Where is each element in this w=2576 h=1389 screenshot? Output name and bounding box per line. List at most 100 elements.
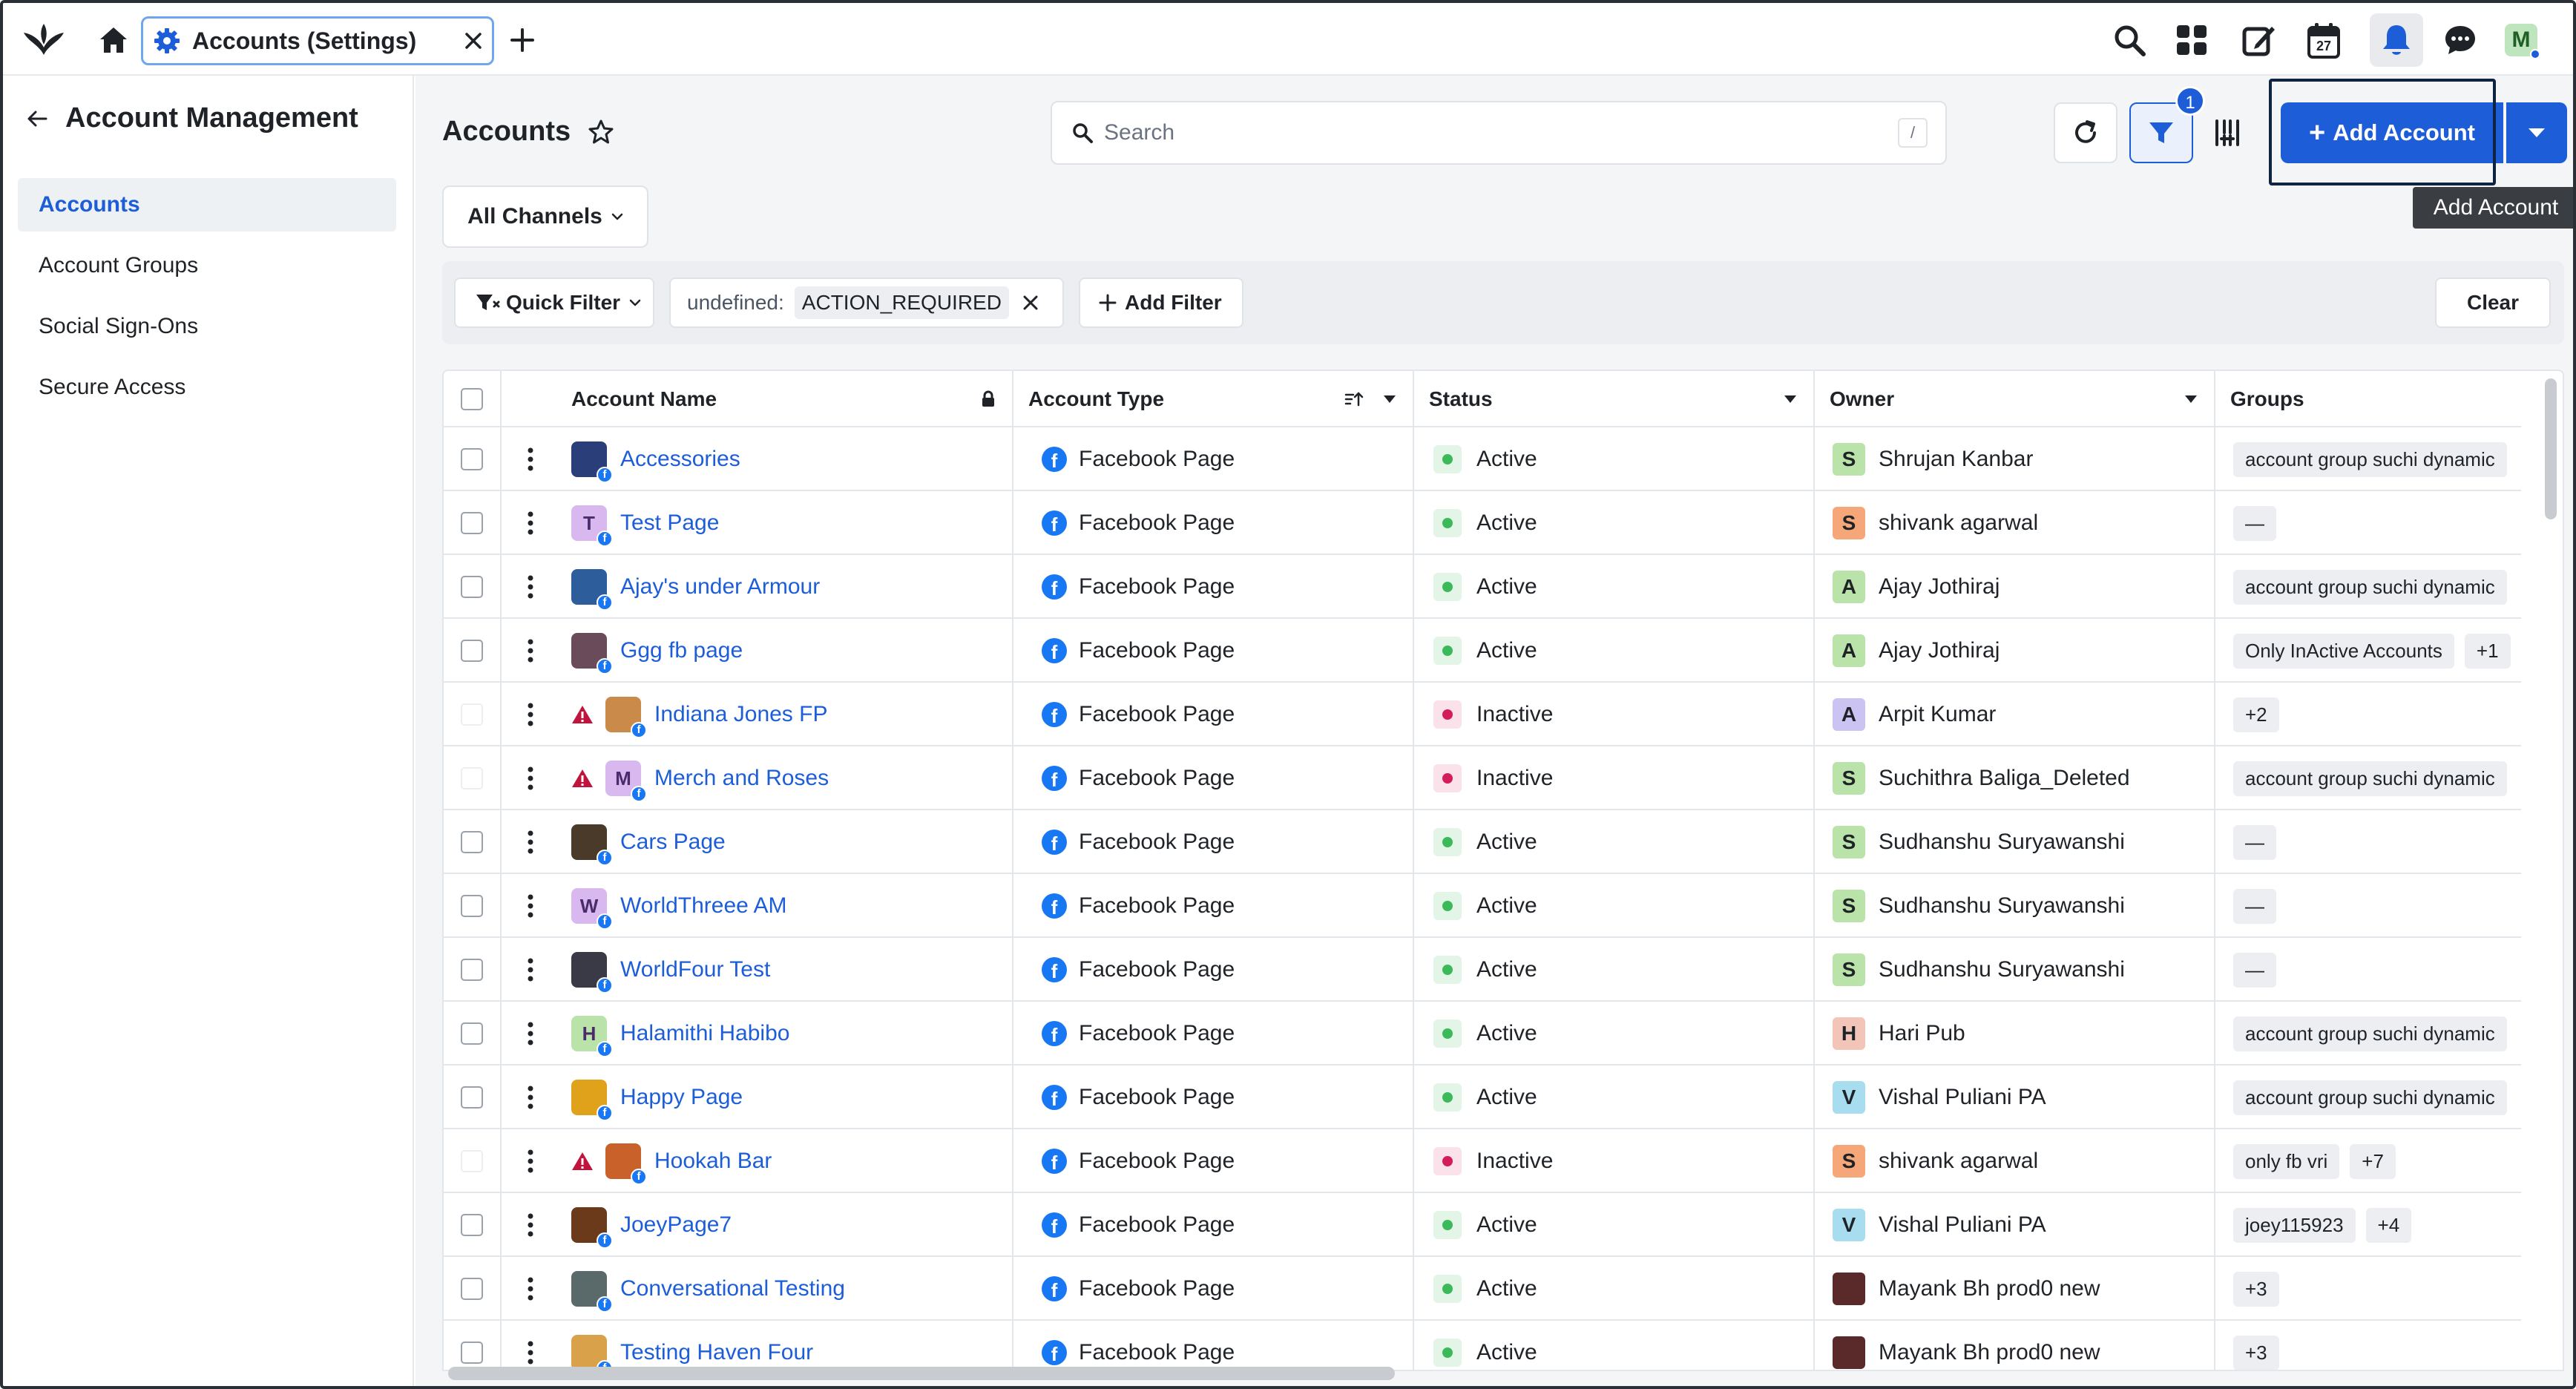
kebab-menu-icon[interactable] (527, 830, 534, 855)
kebab-menu-icon[interactable] (527, 1149, 534, 1174)
row-checkbox[interactable] (461, 448, 483, 470)
home-icon[interactable] (98, 25, 129, 55)
account-name-link[interactable]: Conversational Testing (620, 1276, 845, 1301)
table-row[interactable]: Hf Halamithi Habibo f Facebook Page Active H H… (444, 1002, 2521, 1065)
kebab-menu-icon[interactable] (527, 1021, 534, 1046)
account-name-link[interactable]: Ggg fb page (620, 638, 743, 663)
group-chip[interactable]: only fb vri (2233, 1143, 2340, 1179)
column-account-type[interactable]: Account Type (1013, 371, 1414, 427)
kebab-menu-icon[interactable] (527, 1276, 534, 1301)
row-checkbox[interactable] (461, 1086, 483, 1109)
row-checkbox[interactable] (461, 512, 483, 534)
horizontal-scrollbar[interactable] (448, 1367, 1395, 1380)
group-chip[interactable]: — (2233, 952, 2276, 988)
select-all-checkbox[interactable] (461, 388, 483, 410)
account-name-link[interactable]: Ajay's under Armour (620, 574, 820, 600)
kebab-menu-icon[interactable] (527, 574, 534, 600)
group-chip[interactable]: Only InActive Accounts (2233, 633, 2454, 669)
table-row[interactable]: f Happy Page f Facebook Page Active V Vishal P… (444, 1065, 2521, 1129)
star-icon[interactable] (588, 119, 614, 145)
apps-grid-icon[interactable] (2174, 22, 2209, 58)
row-checkbox[interactable] (461, 1214, 483, 1236)
account-name-link[interactable]: Indiana Jones FP (654, 702, 827, 727)
group-chip[interactable]: account group suchi dynamic (2233, 1016, 2507, 1051)
kebab-menu-icon[interactable] (527, 957, 534, 982)
group-chip[interactable]: +3 (2233, 1335, 2279, 1370)
kebab-menu-icon[interactable] (527, 510, 534, 536)
column-status[interactable]: Status (1414, 371, 1815, 427)
compose-icon[interactable] (2241, 22, 2276, 58)
account-name-link[interactable]: Cars Page (620, 830, 726, 855)
plus-icon[interactable] (509, 27, 536, 53)
notifications-button[interactable] (2370, 13, 2423, 67)
group-chip[interactable]: — (2233, 824, 2276, 860)
back-arrow-icon[interactable] (25, 107, 49, 131)
account-name-link[interactable]: WorldFour Test (620, 957, 770, 982)
group-chip[interactable]: account group suchi dynamic (2233, 761, 2507, 796)
caret-down-icon[interactable] (1383, 395, 1396, 404)
account-name-link[interactable]: Hookah Bar (654, 1149, 772, 1174)
close-icon[interactable] (464, 31, 483, 50)
row-checkbox[interactable] (461, 1342, 483, 1364)
clear-filters-button[interactable]: Clear (2435, 278, 2551, 328)
sidebar-item-accounts[interactable]: Accounts (18, 178, 396, 232)
quick-filter-dropdown[interactable]: Quick Filter (454, 278, 654, 328)
row-checkbox[interactable] (461, 831, 483, 853)
remove-filter-icon[interactable] (1022, 295, 1039, 311)
group-chip[interactable]: +4 (2365, 1207, 2412, 1243)
sidebar-item-account-groups[interactable]: Account Groups (18, 239, 396, 292)
account-name-link[interactable]: WorldThreee AM (620, 893, 787, 919)
search-input[interactable] (1104, 120, 1846, 145)
table-row[interactable]: Tf Test Page f Facebook Page Active Sshivank … (444, 491, 2521, 555)
sort-icon[interactable] (1344, 391, 1364, 407)
row-checkbox[interactable] (461, 767, 483, 789)
table-row[interactable]: f Conversational Testing f Facebook Page Act… (444, 1257, 2521, 1321)
row-checkbox[interactable] (461, 640, 483, 662)
group-chip[interactable]: — (2233, 888, 2276, 924)
vertical-scrollbar[interactable] (2545, 378, 2557, 519)
account-name-link[interactable]: Testing Haven Four (620, 1340, 813, 1365)
column-owner[interactable]: Owner (1815, 371, 2215, 427)
group-chip[interactable]: +2 (2233, 697, 2279, 732)
table-row[interactable]: f JoeyPage7 f Facebook Page Active V Vishal Pu… (444, 1193, 2521, 1257)
table-row[interactable]: f Ggg fb page f Facebook Page Active A Ajay Jo… (444, 619, 2521, 683)
table-row[interactable]: f Testing Haven Four f Facebook Page Active M… (444, 1321, 2521, 1370)
kebab-menu-icon[interactable] (527, 702, 534, 727)
table-row[interactable]: f Accessories f Facebook Page Active S Shrujan… (444, 427, 2521, 491)
kebab-menu-icon[interactable] (527, 638, 534, 663)
account-name-link[interactable]: Test Page (620, 510, 719, 536)
row-checkbox[interactable] (461, 959, 483, 981)
refresh-button[interactable] (2054, 102, 2117, 163)
row-checkbox[interactable] (461, 1022, 483, 1045)
kebab-menu-icon[interactable] (527, 766, 534, 791)
kebab-menu-icon[interactable] (527, 893, 534, 919)
row-checkbox[interactable] (461, 576, 483, 598)
channels-dropdown[interactable]: All Channels (442, 185, 648, 248)
table-row[interactable]: f Indiana Jones FP f Facebook Page Inactive A… (444, 683, 2521, 746)
group-chip[interactable]: account group suchi dynamic (2233, 569, 2507, 605)
kebab-menu-icon[interactable] (527, 447, 534, 472)
caret-down-icon[interactable] (1784, 395, 1797, 404)
kebab-menu-icon[interactable] (527, 1340, 534, 1365)
add-filter-button[interactable]: Add Filter (1079, 278, 1243, 328)
table-row[interactable]: Mf Merch and Roses f Facebook Page Inactive S… (444, 746, 2521, 810)
table-row[interactable]: f Ajay's under Armour f Facebook Page Active… (444, 555, 2521, 619)
calendar-icon[interactable]: 27 (2306, 21, 2342, 59)
caret-down-icon[interactable] (2184, 395, 2198, 404)
table-row[interactable]: f Cars Page f Facebook Page Active S Sudhanshu… (444, 810, 2521, 874)
group-chip[interactable]: +3 (2233, 1271, 2279, 1307)
account-name-link[interactable]: Halamithi Habibo (620, 1021, 789, 1046)
account-name-link[interactable]: JoeyPage7 (620, 1212, 732, 1238)
sidebar-item-secure-access[interactable]: Secure Access (18, 361, 396, 414)
group-chip[interactable]: account group suchi dynamic (2233, 441, 2507, 477)
column-groups[interactable]: Groups (2215, 371, 2563, 427)
tab-accounts-settings[interactable]: Accounts (Settings) (141, 16, 494, 65)
row-checkbox[interactable] (461, 895, 483, 917)
group-chip[interactable]: account group suchi dynamic (2233, 1080, 2507, 1115)
search-bar[interactable]: / (1051, 101, 1947, 165)
group-chip[interactable]: — (2233, 505, 2276, 541)
sidebar-item-social-sign-ons[interactable]: Social Sign-Ons (18, 300, 396, 353)
kebab-menu-icon[interactable] (527, 1212, 534, 1238)
logo-icon[interactable] (22, 22, 65, 56)
columns-button[interactable] (2205, 102, 2250, 163)
